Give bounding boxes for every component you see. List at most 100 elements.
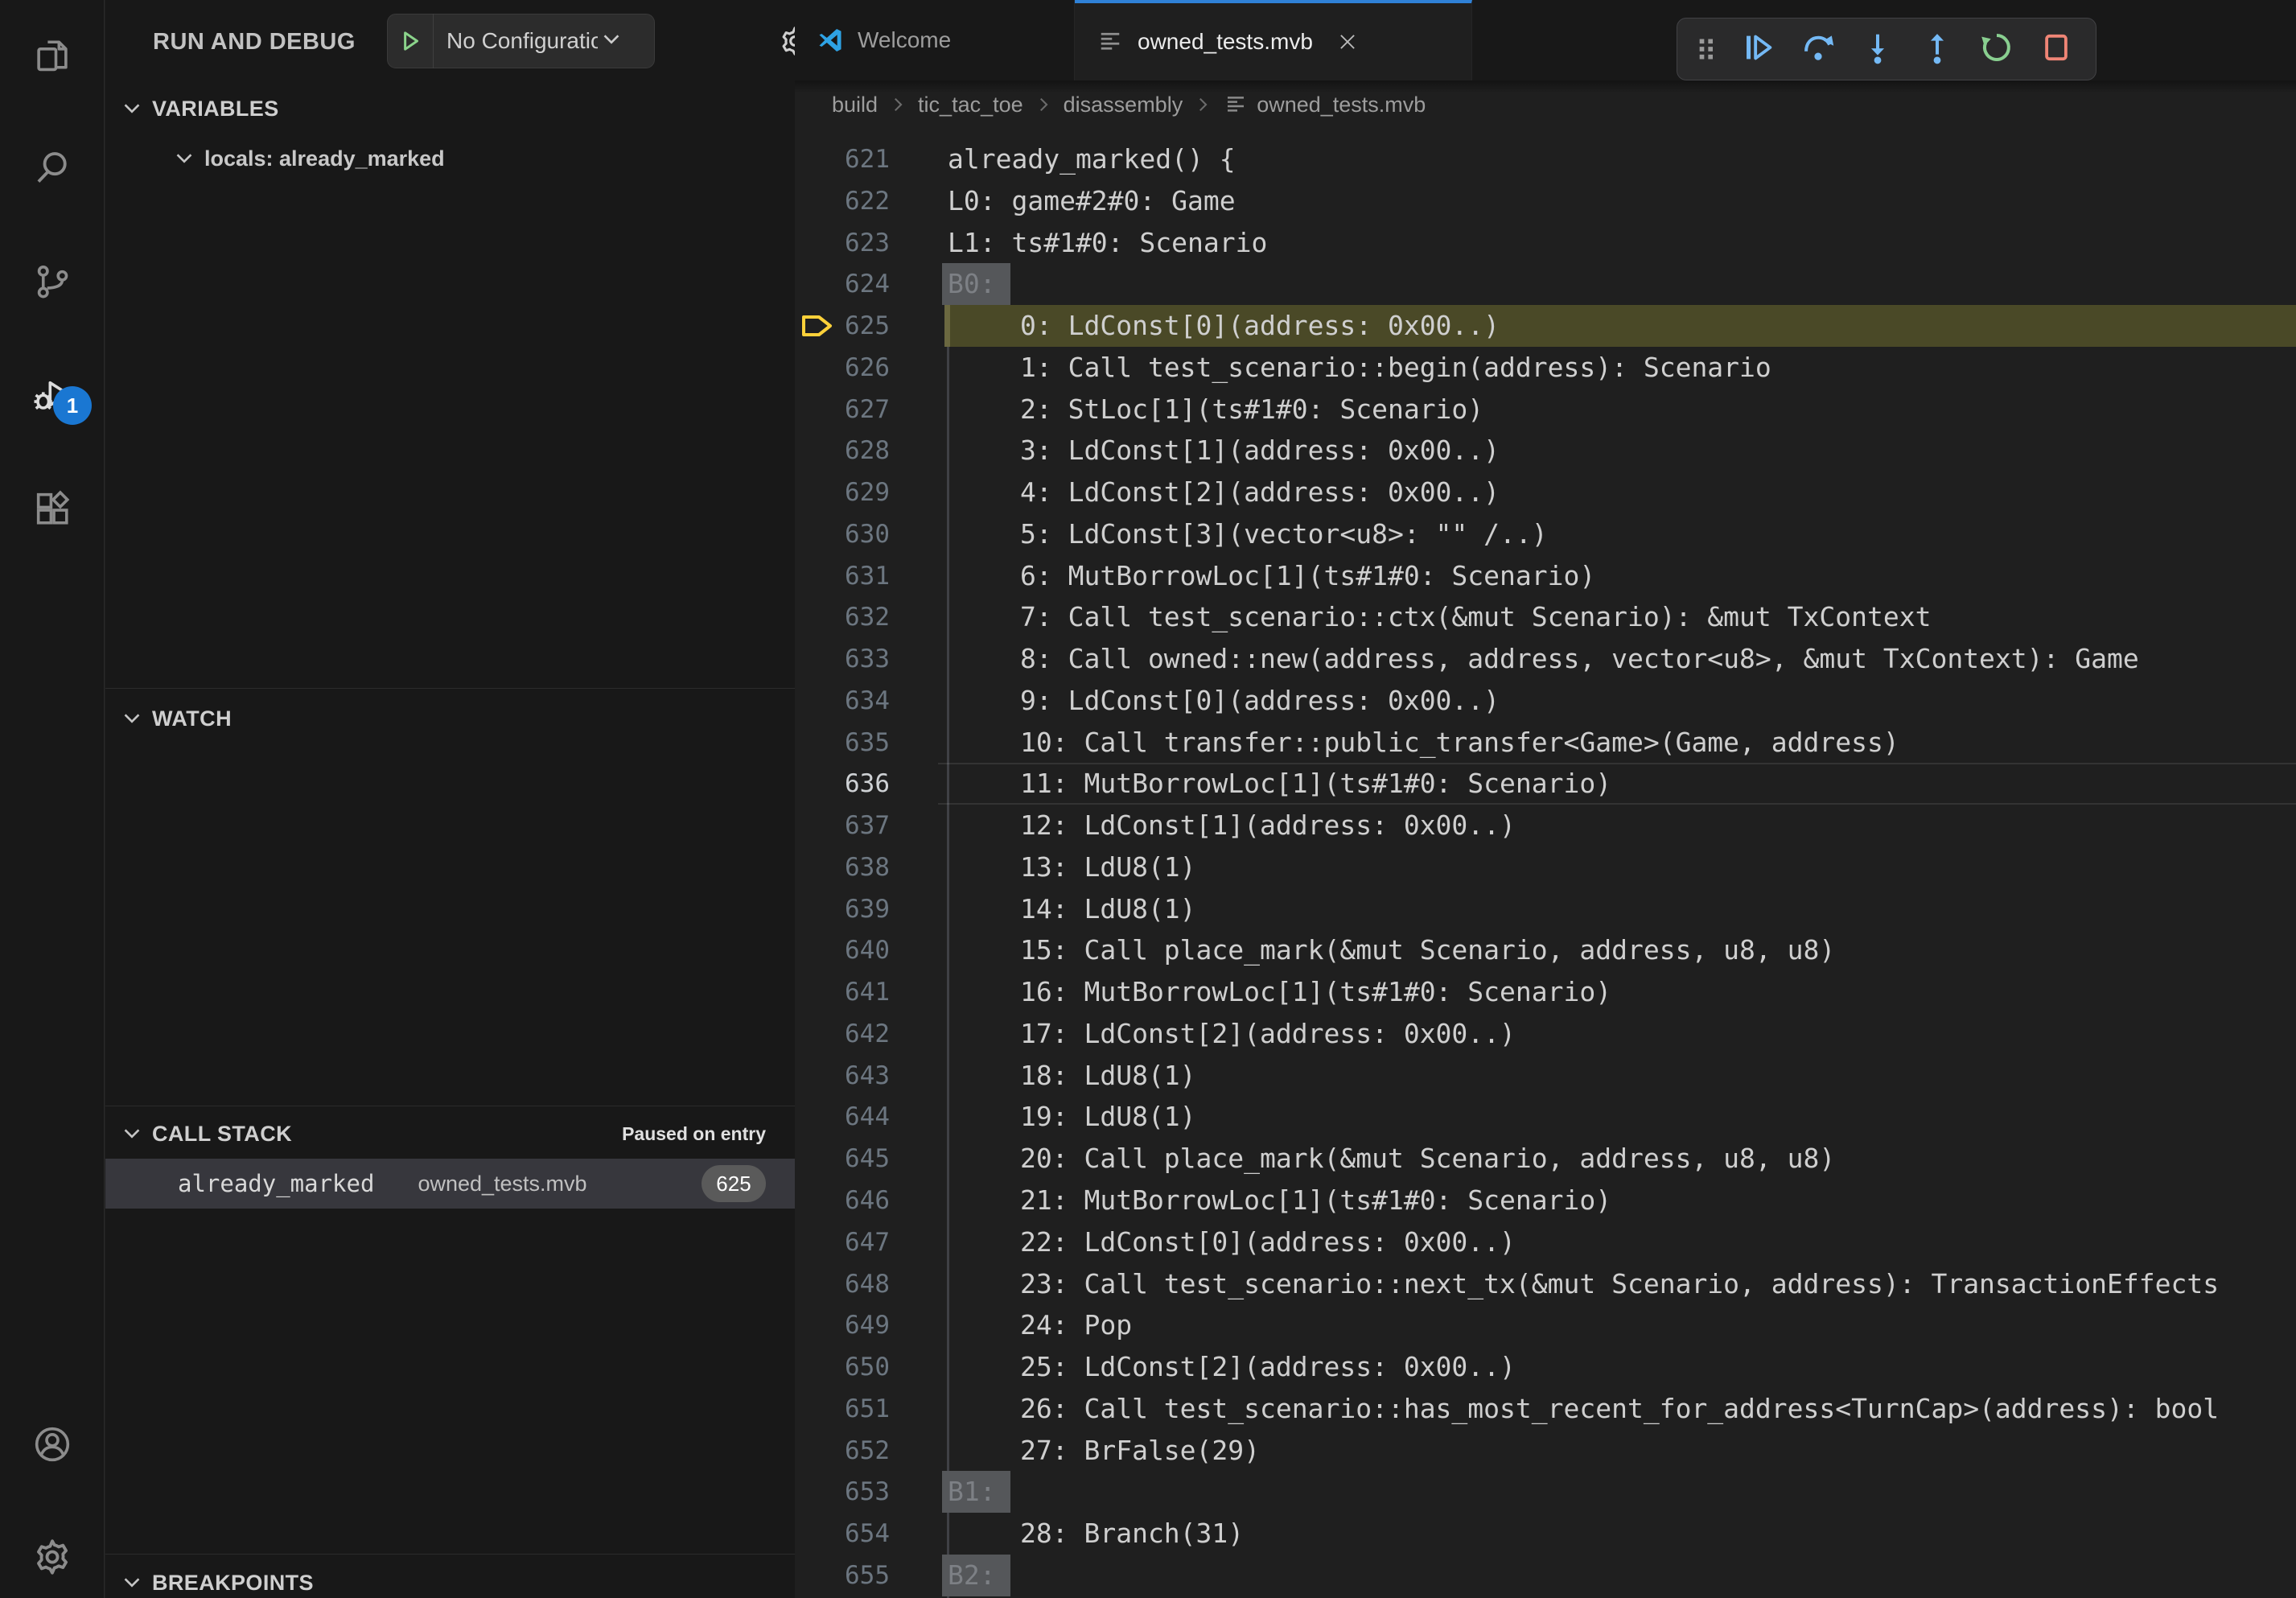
activity-item-source-control[interactable] [0, 239, 105, 327]
code-text[interactable]: 1: Call test_scenario::begin(address): S… [1020, 347, 1771, 389]
code-text[interactable]: 17: LdConst[2](address: 0x00..) [1020, 1013, 1516, 1055]
debug-step-out-button[interactable] [1907, 21, 1967, 77]
code-text[interactable]: 19: LdU8(1) [1020, 1096, 1196, 1138]
tab-welcome[interactable]: Welcome [795, 0, 1075, 80]
code-line-632: 6327: Call test_scenario::ctx(&mut Scena… [795, 596, 2296, 638]
code-text[interactable]: L0: game#2#0: Game [948, 180, 1236, 222]
code-text[interactable]: 3: LdConst[1](address: 0x00..) [1020, 430, 1500, 472]
extensions-icon [31, 487, 74, 534]
code-text[interactable]: 26: Call test_scenario::has_most_recent_… [1020, 1388, 2219, 1430]
code-line-644: 64419: LdU8(1) [795, 1096, 2296, 1138]
code-text[interactable]: 25: LdConst[2](address: 0x00..) [1020, 1346, 1516, 1388]
code-text[interactable]: B1: [948, 1471, 1010, 1513]
code-text[interactable]: 21: MutBorrowLoc[1](ts#1#0: Scenario) [1020, 1180, 1611, 1221]
debug-step-over-button[interactable] [1788, 21, 1848, 77]
call-stack-frame-row[interactable]: already_marked owned_tests.mvb 625 [105, 1159, 795, 1209]
breadcrumb-item-tic_tac_toe[interactable]: tic_tac_toe [918, 93, 1023, 117]
code-text[interactable]: B0: [948, 263, 1010, 305]
code-text[interactable]: 28: Branch(31) [1020, 1513, 1244, 1555]
breadcrumb-item-disassembly[interactable]: disassembly [1064, 93, 1183, 117]
variables-scope-locals[interactable]: locals: already_marked [105, 137, 795, 180]
code-text[interactable]: 22: LdConst[0](address: 0x00..) [1020, 1221, 1516, 1263]
code-line-630: 6305: LdConst[3](vector<u8>: "" /..) [795, 513, 2296, 555]
dropdown-divider [433, 14, 434, 68]
block-label: B2: [942, 1555, 1010, 1596]
code-text[interactable]: 8: Call owned::new(address, address, vec… [1020, 638, 2139, 680]
start-debugging-icon [388, 27, 433, 55]
variables-section-header[interactable]: VARIABLES [105, 87, 795, 130]
debug-step-into-button[interactable] [1848, 21, 1907, 77]
code-text[interactable]: 5: LdConst[3](vector<u8>: "" /..) [1020, 513, 1548, 555]
code-text[interactable]: B2: [948, 1555, 1010, 1596]
line-number: 643 [819, 1055, 890, 1097]
code-text[interactable]: 6: MutBorrowLoc[1](ts#1#0: Scenario) [1020, 555, 1595, 597]
code-line-653: 653B1: [795, 1471, 2296, 1513]
block-label: B0: [942, 263, 1010, 305]
code-line-629: 6294: LdConst[2](address: 0x00..) [795, 472, 2296, 513]
code-text[interactable]: 20: Call place_mark(&mut Scenario, addre… [1020, 1138, 1835, 1180]
activity-item-explorer[interactable] [0, 12, 105, 101]
debug-badge: 1 [53, 386, 92, 425]
line-number: 631 [819, 555, 890, 597]
activity-item-extensions[interactable] [0, 466, 105, 554]
code-text[interactable]: 13: LdU8(1) [1020, 846, 1196, 888]
line-number: 647 [819, 1221, 890, 1263]
activity-item-accounts[interactable] [0, 1402, 105, 1490]
sidebar-title: RUN AND DEBUG [153, 29, 356, 56]
vscode-window: 1 RUN AND DEBUG No Configurations VARIAB… [0, 0, 2296, 1598]
line-number: 637 [819, 805, 890, 846]
line-number: 625 [819, 305, 890, 347]
code-line-633: 6338: Call owned::new(address, address, … [795, 638, 2296, 680]
code-line-648: 64823: Call test_scenario::next_tx(&mut … [795, 1263, 2296, 1305]
code-line-631: 631 6: MutBorrowLoc[1](ts#1#0: Scenario) [795, 555, 2296, 597]
code-text[interactable]: 23: Call test_scenario::next_tx(&mut Sce… [1020, 1263, 2219, 1305]
code-text[interactable]: 15: Call place_mark(&mut Scenario, addre… [1020, 929, 1835, 971]
debug-config-dropdown[interactable]: No Configurations [387, 14, 655, 68]
run-debug-sidebar: RUN AND DEBUG No Configurations VARIABLE… [105, 0, 795, 1598]
code-text[interactable]: 10: Call transfer::public_transfer<Game>… [1020, 722, 1899, 764]
code-text[interactable]: 0: LdConst[0](address: 0x00..) [1020, 305, 1500, 347]
code-text[interactable]: 2: StLoc[1](ts#1#0: Scenario) [1020, 389, 1483, 430]
activity-item-run-and-debug[interactable]: 1 [0, 352, 105, 441]
call-stack-section-header[interactable]: CALL STACK Paused on entry [105, 1112, 795, 1155]
close-icon[interactable] [1335, 30, 1360, 54]
code-line-628: 6283: LdConst[1](address: 0x00..) [795, 430, 2296, 472]
code-text[interactable]: L1: ts#1#0: Scenario [948, 222, 1267, 264]
code-text[interactable]: 7: Call test_scenario::ctx(&mut Scenario… [1020, 596, 1931, 638]
code-text[interactable]: 9: LdConst[0](address: 0x00..) [1020, 680, 1500, 722]
line-number: 649 [819, 1304, 890, 1346]
line-number: 636 [819, 763, 890, 805]
code-text[interactable]: already_marked() { [948, 138, 1236, 180]
code-line-645: 645 20: Call place_mark(&mut Scenario, ad… [795, 1138, 2296, 1180]
line-number: 652 [819, 1430, 890, 1472]
section-divider [105, 688, 795, 689]
file-lines-icon [1096, 27, 1125, 56]
code-line-626: 6261: Call test_scenario::begin(address)… [795, 347, 2296, 389]
code-text[interactable]: 14: LdU8(1) [1020, 888, 1196, 930]
tab-owned-tests[interactable]: owned_tests.mvb [1075, 0, 1472, 80]
toolbar-drag-handle-icon[interactable] [1684, 33, 1729, 65]
line-number: 639 [819, 888, 890, 930]
code-line-655: 655B2: [795, 1555, 2296, 1596]
code-text[interactable]: 4: LdConst[2](address: 0x00..) [1020, 472, 1500, 513]
line-number: 650 [819, 1346, 890, 1388]
activity-item-settings[interactable] [0, 1514, 105, 1598]
breakpoints-section-header[interactable]: BREAKPOINTS [105, 1561, 795, 1598]
debug-restart-button[interactable] [1967, 21, 2026, 77]
code-text[interactable]: 12: LdConst[1](address: 0x00..) [1020, 805, 1516, 846]
code-text[interactable]: 18: LdU8(1) [1020, 1055, 1196, 1097]
breakpoints-label: BREAKPOINTS [152, 1571, 314, 1596]
activity-item-search[interactable] [0, 126, 105, 214]
code-line-649: 649 24: Pop [795, 1304, 2296, 1346]
code-text[interactable]: 24: Pop [1020, 1304, 1132, 1346]
breadcrumb-item-build[interactable]: build [832, 93, 878, 117]
debug-continue-button[interactable] [1729, 21, 1788, 77]
watch-section-header[interactable]: WATCH [105, 697, 795, 740]
code-text[interactable]: 27: BrFalse(29) [1020, 1430, 1260, 1472]
debug-stop-button[interactable] [2026, 21, 2086, 77]
code-text[interactable]: 16: MutBorrowLoc[1](ts#1#0: Scenario) [1020, 971, 1611, 1013]
line-number: 622 [819, 180, 890, 222]
breadcrumb-item-owned_tests.mvb[interactable]: owned_tests.mvb [1257, 93, 1426, 117]
line-number: 645 [819, 1138, 890, 1180]
code-text[interactable]: 11: MutBorrowLoc[1](ts#1#0: Scenario) [1020, 763, 1611, 805]
